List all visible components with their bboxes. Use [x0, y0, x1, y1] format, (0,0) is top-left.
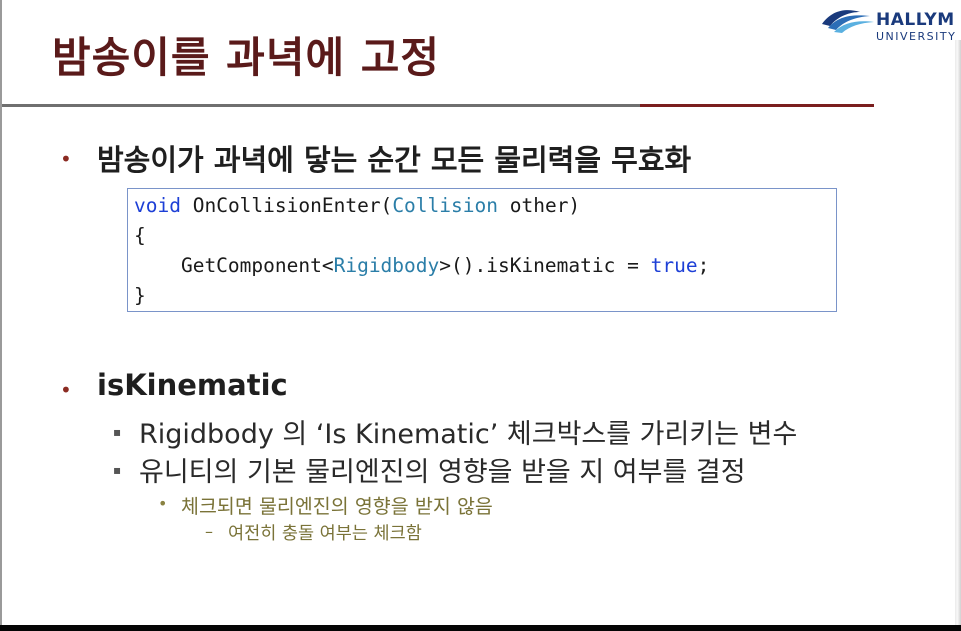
code-text: OnCollisionEnter(: [192, 194, 393, 217]
dot-bullet-marker: •: [158, 494, 168, 513]
dash-bullet-marker: –: [205, 522, 213, 541]
code-text: ;: [697, 254, 710, 277]
sub-bullet-text-physics-engine: 유니티의 기본 물리엔진의 영향을 받을 지 여부를 결정: [139, 457, 746, 488]
code-line-4: }: [134, 284, 146, 307]
code-keyword: true: [650, 254, 698, 277]
bullet-marker: •: [60, 378, 72, 402]
code-type: Collision: [392, 194, 498, 217]
bullet-text-iskinematic: isKinematic: [97, 368, 288, 402]
code-line-3: GetComponent<Rigidbody>().isKinematic = …: [134, 254, 709, 277]
code-line-2: {: [134, 224, 146, 247]
wave-logo-icon: [822, 10, 874, 33]
slide-right-edge: [955, 40, 961, 625]
code-text: other): [509, 194, 581, 217]
bullet-text-disable-physics: 밤송이가 과녁에 닿는 순간 모든 물리력을 무효화: [97, 143, 692, 177]
title-rule-gray: [2, 104, 642, 107]
sub-bullet-text-variable: Rigidbody 의 ‘Is Kinematic’ 체크박스를 가리키는 변수: [139, 419, 798, 450]
sub-sub-bullet-text-checked: 체크되면 물리엔진의 영향을 받지 않음: [181, 495, 493, 518]
title-rule-accent: [640, 104, 874, 107]
logo-subtitle: UNIVERSITY: [876, 30, 957, 43]
code-type: Rigidbody: [333, 254, 440, 277]
slide-title: 밤송이를 과녁에 고정: [52, 33, 441, 82]
slide: 밤송이를 과녁에 고정 HALLYM UNIVERSITY • 밤송이가 과녁에…: [0, 0, 961, 631]
slide-left-edge: [0, 0, 2, 625]
university-logo: HALLYM UNIVERSITY: [818, 0, 960, 46]
code-block: void OnCollisionEnter(Collision other) {…: [127, 188, 837, 312]
square-bullet-marker: ▪: [113, 425, 122, 439]
code-text: >().isKinematic =: [439, 254, 651, 277]
bullet-marker: •: [60, 147, 72, 171]
code-line-1: void OnCollisionEnter(Collision other): [134, 194, 580, 217]
square-bullet-marker: ▪: [113, 463, 122, 477]
code-text: GetComponent<: [134, 254, 334, 277]
bottom-bar: [0, 625, 961, 631]
code-keyword: void: [134, 194, 181, 217]
sub-sub-sub-bullet-text-collision: 여전히 충돌 여부는 체크함: [228, 524, 422, 544]
logo-name: HALLYM: [876, 10, 955, 30]
